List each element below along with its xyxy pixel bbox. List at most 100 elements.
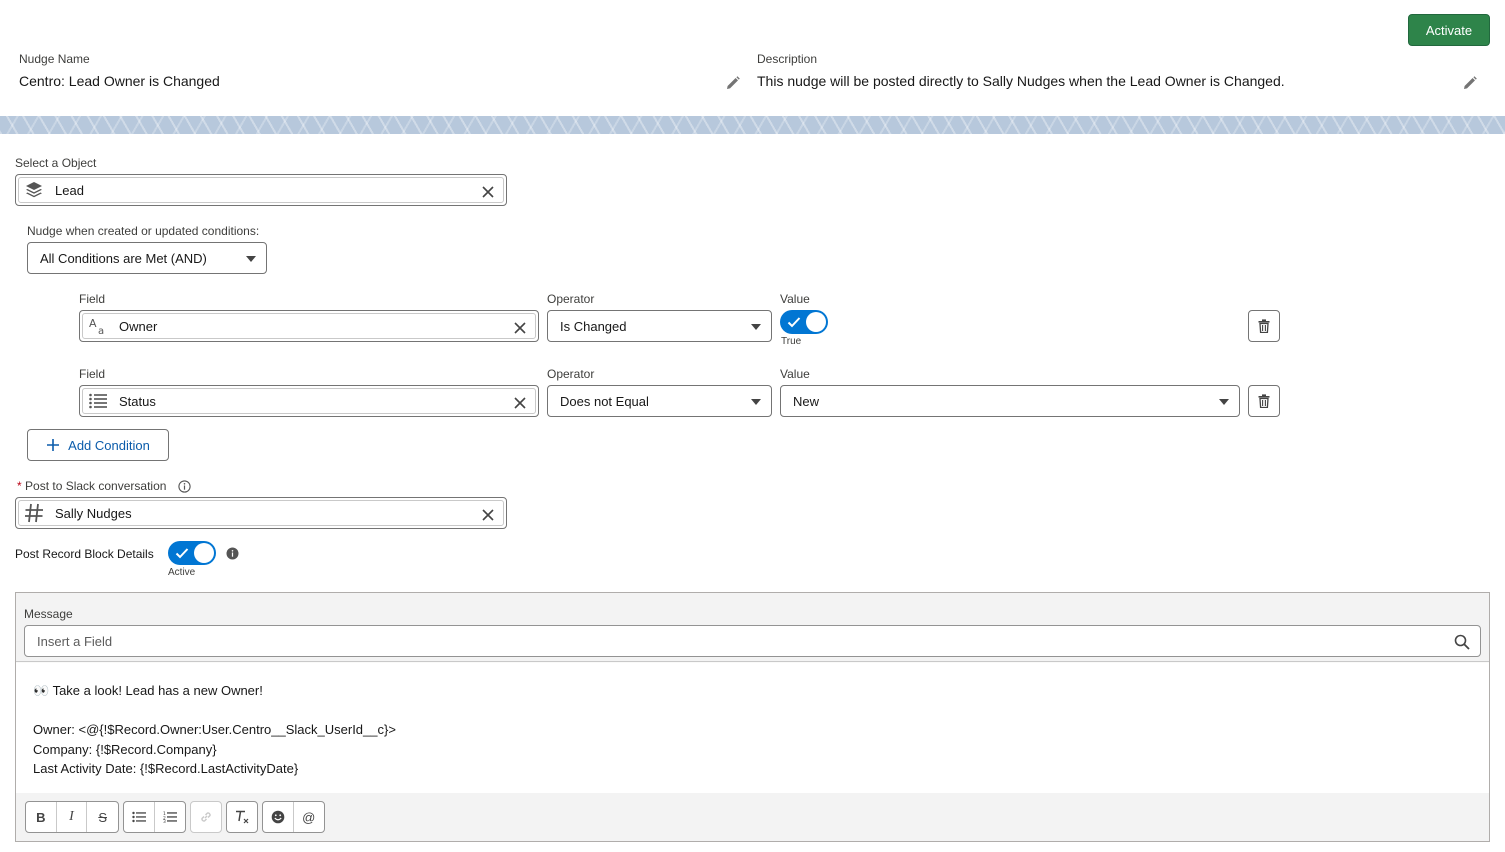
clear-field-close-icon[interactable]: [513, 321, 527, 335]
message-line: Company: {!$Record.Company}: [33, 741, 217, 757]
picklist-icon: [87, 390, 109, 412]
nudge-header: Nudge Name Centro: Lead Owner is Changed…: [0, 0, 1505, 116]
list-group: 1 2 3: [123, 801, 186, 833]
link-button[interactable]: [191, 802, 221, 832]
link-icon: [201, 812, 211, 822]
stacked-layers-icon: [23, 179, 45, 201]
slack-conversation-label-row: * Post to Slack conversation: [17, 479, 166, 493]
strikethrough-button[interactable]: S: [87, 802, 118, 832]
operator-label: Operator: [547, 367, 595, 381]
chevron-down-icon: [1219, 399, 1229, 405]
slack-conversation-value: Sally Nudges: [55, 505, 132, 521]
numbered-list-button[interactable]: 1 2 3: [155, 802, 185, 832]
insert-field-search-input[interactable]: Insert a Field: [24, 625, 1481, 657]
add-condition-button[interactable]: Add Condition: [27, 429, 169, 461]
value-label: Value: [780, 367, 810, 381]
info-icon[interactable]: [178, 480, 191, 493]
delete-condition-button[interactable]: [1248, 310, 1280, 342]
value-value-status: New: [793, 393, 820, 409]
chevron-down-icon: [751, 324, 761, 330]
editor-toolbar: B I S 1 2 3 @: [16, 793, 1489, 841]
slack-conversation-label: Post to Slack conversation: [25, 479, 167, 493]
field-value-status: Status: [119, 393, 156, 409]
field-value-owner: Owner: [119, 318, 158, 334]
field-lookup-status[interactable]: Status: [79, 385, 539, 417]
record-block-toggle[interactable]: [168, 541, 216, 565]
message-header: Message Insert a Field: [16, 593, 1489, 662]
conditions-logic-label: Nudge when created or updated conditions…: [27, 224, 260, 238]
svg-text:3: 3: [163, 819, 166, 823]
value-toggle-text: True: [781, 336, 802, 347]
hash-icon: [23, 502, 45, 524]
trash-icon: [1258, 394, 1270, 408]
mention-button[interactable]: @: [294, 802, 324, 832]
insert-field-placeholder: Insert a Field: [37, 633, 113, 649]
message-panel: Message Insert a Field 👀 Take a look! Le…: [15, 592, 1490, 842]
slack-conversation-lookup[interactable]: Sally Nudges: [15, 497, 507, 529]
operator-value-owner: Is Changed: [560, 318, 627, 334]
decorative-banner: [0, 116, 1505, 134]
toggle-knob: [194, 543, 214, 563]
insert-group: @: [262, 801, 325, 833]
trash-icon: [1258, 319, 1270, 333]
svg-text:A: A: [89, 317, 97, 330]
clear-slack-close-icon[interactable]: [481, 508, 495, 522]
text-field-icon: A a: [87, 315, 109, 337]
clear-object-close-icon[interactable]: [481, 185, 495, 199]
required-mark: *: [17, 479, 22, 493]
value-label: Value: [780, 292, 810, 306]
message-editor[interactable]: 👀 Take a look! Lead has a new Owner! Own…: [16, 663, 1489, 793]
clear-formatting-button[interactable]: [227, 802, 257, 832]
emoji-button[interactable]: [263, 802, 294, 832]
checkmark-icon: [787, 317, 801, 328]
svg-text:a: a: [98, 326, 104, 336]
field-label: Field: [79, 292, 106, 306]
description-value: This nudge will be posted directly to Sa…: [757, 73, 1285, 89]
emoji-icon: [271, 810, 285, 824]
info-icon[interactable]: [226, 547, 239, 560]
message-line: 👀 Take a look! Lead has a new Owner!: [33, 683, 263, 698]
conditions-logic-select[interactable]: All Conditions are Met (AND): [27, 242, 267, 274]
operator-select-owner[interactable]: Is Changed: [547, 310, 772, 342]
field-label: Field: [79, 367, 106, 381]
operator-value-status: Does not Equal: [560, 393, 649, 409]
message-line: Last Activity Date: {!$Record.LastActivi…: [33, 761, 299, 776]
description-label: Description: [757, 52, 818, 66]
chevron-down-icon: [751, 399, 761, 405]
edit-name-pencil-icon[interactable]: [726, 76, 740, 90]
message-label: Message: [24, 607, 73, 621]
bulleted-list-button[interactable]: [124, 802, 155, 832]
bold-button[interactable]: B: [26, 802, 57, 832]
checkmark-icon: [175, 548, 189, 559]
object-lookup[interactable]: Lead: [15, 174, 507, 206]
object-value: Lead: [55, 182, 84, 198]
search-icon: [1454, 634, 1470, 650]
nudge-name-value: Centro: Lead Owner is Changed: [19, 73, 220, 89]
link-group: [190, 801, 222, 833]
activate-button[interactable]: Activate: [1408, 14, 1490, 46]
object-label: Select a Object: [15, 156, 97, 170]
conditions-logic-value: All Conditions are Met (AND): [40, 250, 207, 266]
edit-description-pencil-icon[interactable]: [1463, 76, 1477, 90]
toggle-knob: [806, 312, 826, 332]
bullet-list-icon: [132, 811, 146, 823]
plus-icon: [47, 439, 60, 451]
operator-label: Operator: [547, 292, 595, 306]
nudge-name-label: Nudge Name: [19, 52, 90, 66]
remove-formatting-icon: [236, 810, 249, 824]
italic-button[interactable]: I: [57, 802, 88, 832]
value-toggle[interactable]: [780, 310, 828, 334]
value-select-status[interactable]: New: [780, 385, 1240, 417]
numbered-list-icon: 1 2 3: [163, 811, 177, 823]
operator-select-status[interactable]: Does not Equal: [547, 385, 772, 417]
record-block-label: Post Record Block Details: [15, 547, 154, 561]
text-format-group: B I S: [25, 801, 119, 833]
message-line-blank: [33, 701, 1472, 721]
delete-condition-button[interactable]: [1248, 385, 1280, 417]
clear-field-close-icon[interactable]: [513, 396, 527, 410]
message-line: Owner: <@{!$Record.Owner:User.Centro__Sl…: [33, 722, 396, 737]
field-lookup-owner[interactable]: A a Owner: [79, 310, 539, 342]
clear-format-group: [226, 801, 258, 833]
add-condition-label: Add Condition: [68, 437, 150, 453]
chevron-down-icon: [246, 256, 256, 262]
